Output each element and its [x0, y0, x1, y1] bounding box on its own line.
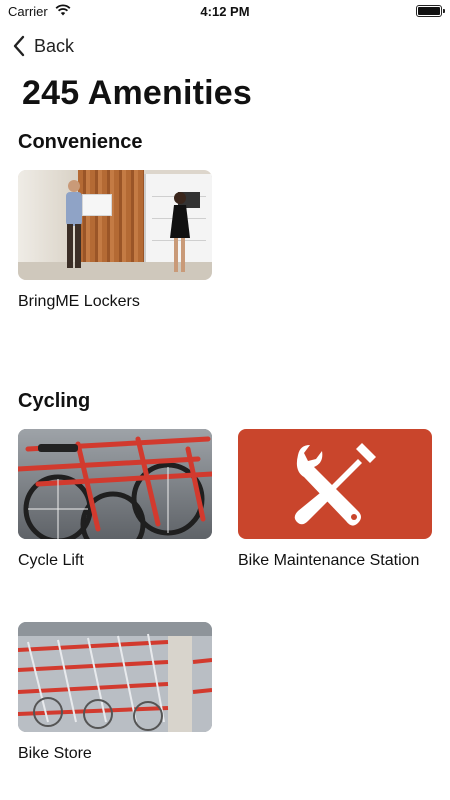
amenity-tile-bike-store[interactable]: Bike Store [18, 622, 212, 764]
status-bar: Carrier 4:12 PM [0, 0, 450, 24]
back-label: Back [34, 35, 75, 56]
battery-icon [416, 5, 445, 17]
lockers-photo [18, 170, 212, 280]
tile-label: Cycle Lift [18, 552, 84, 569]
tile-label: BringME Lockers [18, 293, 140, 310]
amenity-tile-bike-maintenance[interactable]: Bike Maintenance Station [238, 429, 432, 571]
maintenance-tile-image [238, 429, 432, 539]
amenity-tile-cycle-lift[interactable]: Cycle Lift [18, 429, 212, 571]
chevron-left-icon [13, 35, 25, 57]
wrench-screwdriver-icon [294, 443, 376, 526]
page-title: 245 Amenities [22, 74, 253, 112]
amenity-tile-bringme-lockers[interactable]: BringME Lockers [18, 170, 212, 312]
section-title-convenience: Convenience [18, 131, 143, 153]
tile-label: Bike Store [18, 745, 92, 762]
back-button[interactable]: Back [12, 34, 74, 58]
tile-label: Bike Maintenance Station [238, 552, 420, 569]
section-title-cycling: Cycling [18, 390, 91, 412]
bike-storage-photo [18, 622, 212, 732]
status-time: 4:12 PM [200, 4, 250, 19]
bike-rack-photo [18, 429, 212, 539]
